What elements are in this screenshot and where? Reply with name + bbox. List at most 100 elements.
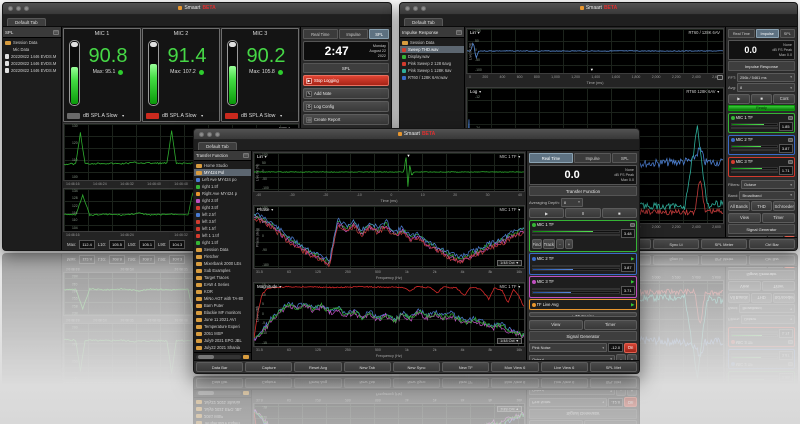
control-bar-button[interactable]: Live View 6 [541, 362, 588, 372]
trace-name[interactable]: RT60 128K 6AV▼ [686, 89, 720, 94]
close-button[interactable] [199, 132, 204, 137]
mode-real-time[interactable]: Real Time [728, 29, 755, 38]
list-item[interactable]: 20220822 1446 EVDS.M [3, 53, 61, 60]
camera-icon[interactable] [788, 160, 793, 164]
add-tf-engine-button[interactable]: + TF Engine [529, 312, 637, 317]
list-item[interactable]: Right Ave MY424 p [194, 190, 251, 197]
control-bar-button[interactable]: Sync Lt [653, 239, 699, 249]
titlebar[interactable]: SmaartBETA [194, 129, 639, 140]
traffic-lights[interactable] [405, 6, 426, 11]
tf-engine-mic2[interactable]: MIC 2 TF▶ 3.87 [529, 253, 637, 275]
trace-name[interactable]: MIC 1 TF▼ [500, 207, 521, 212]
zoom-button[interactable] [421, 6, 426, 11]
mode-spl[interactable]: SPL [369, 29, 389, 39]
tf-engine-mic1[interactable]: MIC 1 TF 3.48 Find Track - + [529, 220, 637, 252]
generator-source-select[interactable]: Pink Noise [529, 343, 607, 352]
mode-spl[interactable]: SPL [780, 29, 795, 38]
utility-button[interactable]: THD [751, 201, 773, 211]
spl-meter-mic1[interactable]: MIC 1 90.8 Max: 95.1 dB SPL A Slow▼ [63, 28, 141, 122]
list-item[interactable]: Barn Puter [194, 302, 251, 309]
list-item[interactable]: MY424 Pol [194, 169, 251, 176]
list-item[interactable]: Session Data [194, 246, 251, 253]
plot-scale-selector[interactable]: Magnitude▼ [257, 284, 282, 289]
zoom-button[interactable] [215, 132, 220, 137]
list-item[interactable]: Pink Sweep 2 128 6avg [400, 60, 464, 67]
delay-value[interactable]: 1.85 [779, 122, 793, 131]
list-item[interactable]: July9 2021 EPG JBL [194, 337, 251, 344]
create-report-button[interactable]: ▤Create Report [303, 114, 389, 125]
utility-button[interactable]: All Bands [728, 201, 750, 211]
control-bar-button[interactable]: Ctrl Bar [749, 239, 795, 249]
ir-engine-mic3[interactable]: MIC 3 TF 1.71 [728, 157, 795, 178]
delay-value[interactable]: 3.87 [621, 263, 635, 272]
list-item[interactable]: Sweep THD.wav [400, 46, 464, 53]
plot-scale-selector[interactable]: Lin▼ [257, 154, 267, 159]
menu-icon[interactable] [53, 30, 59, 35]
ir-engine-mic1[interactable]: MIC 1 TF 1.85 [728, 113, 795, 134]
live-ir-plot[interactable]: Live IR (%) 100500-50-100 Lin▼ MIC 1 TF▼… [253, 152, 525, 192]
list-item[interactable]: left 1.trf [194, 225, 251, 232]
delay-value[interactable]: 1.71 [779, 166, 793, 175]
delay-value[interactable]: 3.48 [621, 229, 635, 238]
tf-engine-mic3[interactable]: MIC 3 TF▶ 3.71 [529, 276, 637, 298]
avg-select[interactable]: 8 [737, 83, 795, 92]
trace-name[interactable]: MIC 1 TF▼ [500, 284, 521, 289]
trace-name[interactable]: RT60 / 128K 6AV [689, 30, 720, 35]
generator-level[interactable]: -12.0 [608, 343, 623, 352]
delay-value[interactable]: 3.87 [779, 144, 793, 153]
camera-icon[interactable] [788, 116, 793, 120]
control-bar-button[interactable]: SPL Met [590, 362, 637, 372]
list-item[interactable]: 2051 MSP [194, 330, 251, 337]
list-item[interactable]: RT60 / 128K 6AV.wav [400, 74, 464, 81]
mode-impulse[interactable]: Impulse [574, 153, 611, 163]
play-icon[interactable]: ▶ [631, 256, 634, 262]
plot-scale-selector[interactable]: Lin▼ [470, 30, 480, 35]
list-item[interactable]: left 2.trf [194, 211, 251, 218]
menu-icon[interactable] [243, 153, 249, 158]
transport-button[interactable]: ■ [751, 94, 773, 104]
traffic-lights[interactable] [8, 6, 29, 11]
transport-button[interactable]: ▶ [529, 208, 564, 218]
tab-default[interactable]: Default Tab [7, 18, 46, 26]
titlebar[interactable]: SmaartBETA [400, 3, 797, 15]
mode-real-time[interactable]: Real Time [529, 153, 573, 163]
camera-icon[interactable] [788, 138, 793, 142]
control-bar-button[interactable]: Capture [245, 362, 292, 372]
list-item[interactable]: right 3.trf [194, 204, 251, 211]
control-bar-button[interactable]: New TF [442, 362, 489, 372]
list-item[interactable]: Blackie MF monitors [194, 309, 251, 316]
list-item[interactable]: right 2.trf [194, 197, 251, 204]
input-select[interactable]: None [614, 168, 634, 172]
delay-value[interactable]: 3.71 [621, 286, 635, 295]
crop-icon[interactable] [717, 75, 723, 80]
horizontal-scrollbar[interactable] [196, 355, 241, 359]
ir-lin-plot[interactable]: Live IR (%) 100500-50-100 Lin▼ RT60 / 12… [466, 28, 724, 74]
plot-scale-selector[interactable]: Log▼ [470, 89, 482, 94]
list-item[interactable]: left 1 1.trf [194, 232, 251, 239]
control-bar-button[interactable]: Data Bar [196, 362, 243, 372]
mode-real-time[interactable]: Real Time [303, 29, 338, 39]
list-item[interactable]: Fletcher [194, 253, 251, 260]
list-item[interactable]: 20220822 1446 EVDS.M [3, 67, 61, 74]
meter-mode[interactable]: dB SPL A Slow [162, 113, 196, 119]
list-item[interactable]: EAW 4 Series [194, 281, 251, 288]
magnitude-plot[interactable]: Level (dB) 151050-5-10-15 Magnitude▼ MIC… [253, 282, 525, 347]
list-item[interactable]: Pink Sweep 1 128K 6av [400, 67, 464, 74]
list-item[interactable]: MiNo AGT with TA-80 [194, 295, 251, 302]
list-item[interactable]: Session Data [3, 39, 61, 46]
locate-marker[interactable]: ▼ [590, 67, 594, 72]
list-item[interactable]: Target Traces [194, 274, 251, 281]
track-button[interactable]: Track [543, 239, 555, 249]
control-bar-button[interactable]: New Tab [344, 362, 391, 372]
list-item[interactable]: Temperature Experi [194, 323, 251, 330]
minimize-button[interactable] [413, 6, 418, 11]
trace-name[interactable]: MIC 1 TF▼ [500, 154, 521, 159]
list-item[interactable]: Left Ave MY424 po [194, 176, 251, 183]
menu-icon[interactable] [456, 30, 462, 35]
minimize-button[interactable] [16, 6, 21, 11]
list-item[interactable]: 20220822 1446 EVDS.M [3, 60, 61, 67]
transport-button[interactable]: Cont [773, 94, 795, 104]
view-button[interactable]: View [529, 320, 583, 330]
list-item[interactable]: right 1.trf [194, 239, 251, 246]
ir-engine-mic2[interactable]: MIC 2 TF 3.87 [728, 135, 795, 156]
